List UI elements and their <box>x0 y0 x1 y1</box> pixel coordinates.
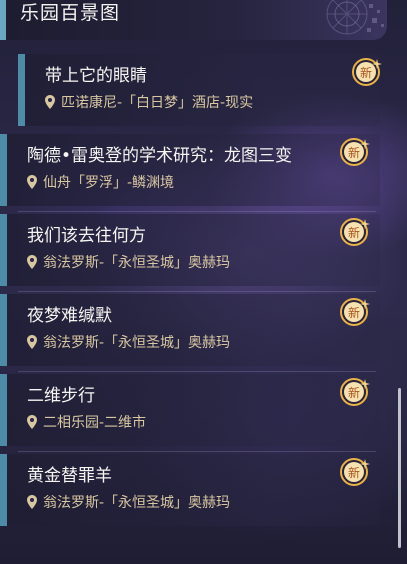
item-location-text: 二相乐园-二维市 <box>43 415 147 431</box>
new-badge-icon: 新 <box>340 458 370 486</box>
new-badge-text: 新 <box>348 145 360 160</box>
location-pin-icon <box>27 175 37 189</box>
new-badge-icon: 新 <box>340 378 370 406</box>
new-badge-text: 新 <box>348 305 360 320</box>
item-accent-bar <box>0 134 7 206</box>
new-badge-text: 新 <box>348 225 360 240</box>
item-location: 二相乐园-二维市 <box>27 414 146 432</box>
panel-title: 乐园百景图 <box>20 2 121 24</box>
item-location: 翁法罗斯-「永恒圣城」奥赫玛 <box>27 334 230 352</box>
item-accent-bar <box>18 54 25 126</box>
new-badge-icon: 新 <box>352 58 382 86</box>
item-location: 翁法罗斯-「永恒圣城」奥赫玛 <box>27 254 230 272</box>
item-accent-bar <box>0 454 7 526</box>
header-accent-bar <box>0 0 6 40</box>
item-title: 带上它的眼睛 <box>45 66 147 86</box>
item-accent-bar <box>0 374 7 446</box>
new-badge-text: 新 <box>348 465 360 480</box>
new-badge-text: 新 <box>360 65 372 80</box>
new-badge-text: 新 <box>348 385 360 400</box>
item-title: 二维步行 <box>27 386 95 406</box>
item-accent-bar <box>0 294 7 366</box>
item-location-text: 翁法罗斯-「永恒圣城」奥赫玛 <box>43 495 231 511</box>
item-divider <box>18 211 376 212</box>
item-location-text: 仙舟「罗浮」-鳞渊境 <box>43 175 175 191</box>
list-item[interactable]: 我们该去往何方 翁法罗斯-「永恒圣城」奥赫玛 新 <box>0 214 380 292</box>
item-title: 我们该去往何方 <box>27 226 146 246</box>
list-item[interactable]: 夜梦难缄默 翁法罗斯-「永恒圣城」奥赫玛 新 <box>0 294 380 372</box>
list-item[interactable]: 带上它的眼睛 匹诺康尼-「白日梦」酒店-现实 新 <box>18 54 382 126</box>
new-badge-icon: 新 <box>340 298 370 326</box>
list-item[interactable]: 黄金替罪羊 翁法罗斯-「永恒圣城」奥赫玛 新 <box>0 454 380 526</box>
location-pin-icon <box>45 95 55 109</box>
new-badge-icon: 新 <box>340 138 370 166</box>
item-divider <box>18 371 376 372</box>
item-title: 夜梦难缄默 <box>27 306 112 326</box>
item-location-text: 匹诺康尼-「白日梦」酒店-现实 <box>61 95 254 111</box>
item-location: 翁法罗斯-「永恒圣城」奥赫玛 <box>27 494 230 512</box>
item-location-text: 翁法罗斯-「永恒圣城」奥赫玛 <box>43 335 231 351</box>
list-scrollbar[interactable] <box>398 388 401 548</box>
location-pin-icon <box>27 495 37 509</box>
item-location-text: 翁法罗斯-「永恒圣城」奥赫玛 <box>43 255 231 271</box>
new-badge-icon: 新 <box>340 218 370 246</box>
item-divider <box>18 451 376 452</box>
location-pin-icon <box>27 335 37 349</box>
list-item[interactable]: 陶德•雷奥登的学术研究：龙图三变 仙舟「罗浮」-鳞渊境 新 <box>0 134 380 212</box>
panel-header: 乐园百景图 <box>0 0 387 40</box>
item-divider <box>18 291 376 292</box>
list-item[interactable]: 二维步行 二相乐园-二维市 新 <box>0 374 380 452</box>
item-title: 陶德•雷奥登的学术研究：龙图三变 <box>27 146 293 166</box>
header-emblem-icon <box>326 0 384 35</box>
location-pin-icon <box>27 255 37 269</box>
location-pin-icon <box>27 415 37 429</box>
item-location: 仙舟「罗浮」-鳞渊境 <box>27 174 174 192</box>
item-accent-bar <box>0 214 7 286</box>
item-title: 黄金替罪羊 <box>27 466 112 486</box>
item-location: 匹诺康尼-「白日梦」酒店-现实 <box>45 94 253 112</box>
